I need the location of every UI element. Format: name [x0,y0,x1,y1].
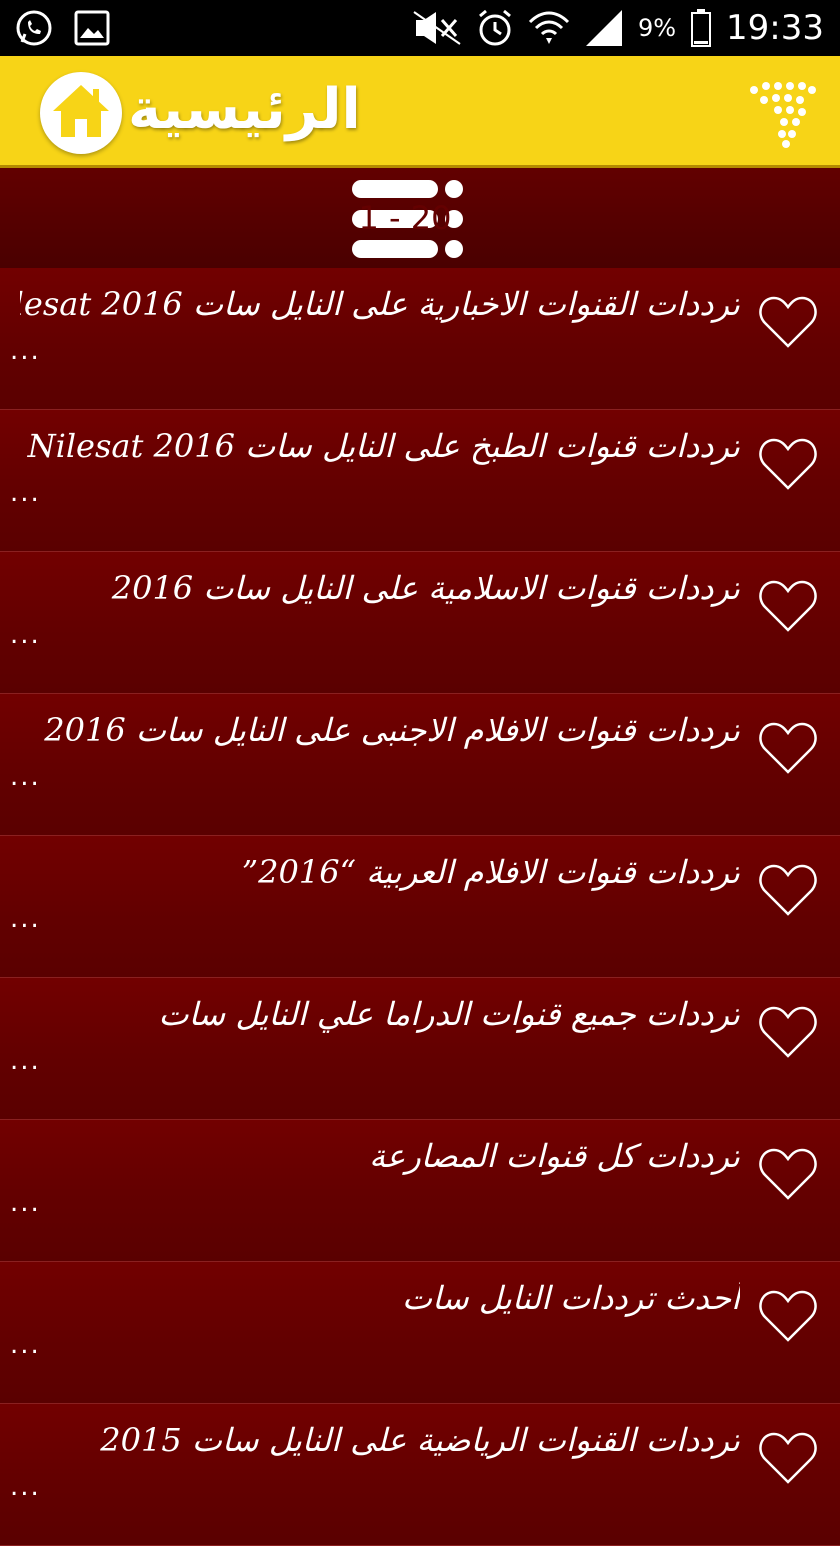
heart-icon[interactable] [758,434,818,494]
list-item-more: ... [10,1046,41,1076]
list-item-title: ترددات قنوات الافلام الاجنبى على النايل … [44,711,740,749]
status-right-icons: 9% 19:33 [412,6,824,50]
status-left-icons [14,8,110,48]
image-icon [74,10,110,46]
list-item-more: ... [10,1188,41,1218]
list-item-title: ترددات قنوات الطبخ على النايل سات Nilesa… [27,427,740,465]
dots-grid-icon[interactable] [748,80,816,148]
list-item-more: ... [10,1330,41,1360]
list-item[interactable]: ترددات جميع قنوات الدراما علي النايل سات… [0,978,840,1120]
list-item-title: ترددات القنوات الاخبارية على النايل سات … [20,285,740,323]
list-item-title: ترددات جميع قنوات الدراما علي النايل سات [158,995,740,1033]
heart-icon[interactable] [758,1144,818,1204]
list-item[interactable]: ترددات قنوات الطبخ على النايل سات Nilesa… [0,410,840,552]
status-bar: 9% 19:33 [0,0,840,56]
battery-icon [691,9,712,47]
heart-icon[interactable] [758,860,818,920]
app-title: الرئيسية [128,77,361,142]
article-list: ترددات القنوات الاخبارية على النايل سات … [0,268,840,1546]
mute-icon [413,11,461,45]
list-item-title: ترددات القنوات الرياضية على النايل سات 2… [100,1421,740,1459]
list-item[interactable]: ترددات قنوات الافلام الاجنبى على النايل … [0,694,840,836]
heart-icon[interactable] [758,1002,818,1062]
whatsapp-icon [16,10,52,46]
list-item-title: ترددات قنوات الافلام العربية “2016” [241,853,740,891]
list-item-more: ... [10,478,41,508]
signal-icon [585,10,622,46]
heart-icon[interactable] [758,1286,818,1346]
list-item-title: ترددات كل قنوات المصارعة [369,1137,740,1175]
home-icon [53,85,109,137]
list-item[interactable]: أحدث ترددات النايل سات ... [0,1262,840,1404]
wifi-icon [528,11,569,44]
list-item-title: ترددات قنوات الاسلامية على النايل سات 20… [111,569,740,607]
heart-icon[interactable] [758,718,818,778]
list-item-more: ... [10,620,41,650]
heart-icon[interactable] [758,292,818,352]
list-item-more: ... [10,336,41,366]
heart-icon[interactable] [758,576,818,636]
list-item-more: ... [10,762,41,792]
heart-icon[interactable] [758,1428,818,1488]
alarm-icon [478,9,511,46]
home-button[interactable] [40,72,122,154]
app-bar: الرئيسية [0,56,840,168]
range-label: 1 - 20 [358,199,452,237]
list-item[interactable]: ترددات القنوات الاخبارية على النايل سات … [0,268,840,410]
list-item-more: ... [10,904,41,934]
list-item-title: أحدث ترددات النايل سات [401,1279,740,1317]
list-item[interactable]: ترددات القنوات الرياضية على النايل سات 2… [0,1404,840,1546]
list-item[interactable]: ترددات قنوات الافلام العربية “2016” ... [0,836,840,978]
status-time: 19:33 [726,8,824,48]
range-header: 1 - 20 [0,168,840,268]
list-item-more: ... [10,1472,41,1502]
battery-percent: 9% [637,14,677,42]
list-item[interactable]: ترددات قنوات الاسلامية على النايل سات 20… [0,552,840,694]
list-item[interactable]: ترددات كل قنوات المصارعة ... [0,1120,840,1262]
